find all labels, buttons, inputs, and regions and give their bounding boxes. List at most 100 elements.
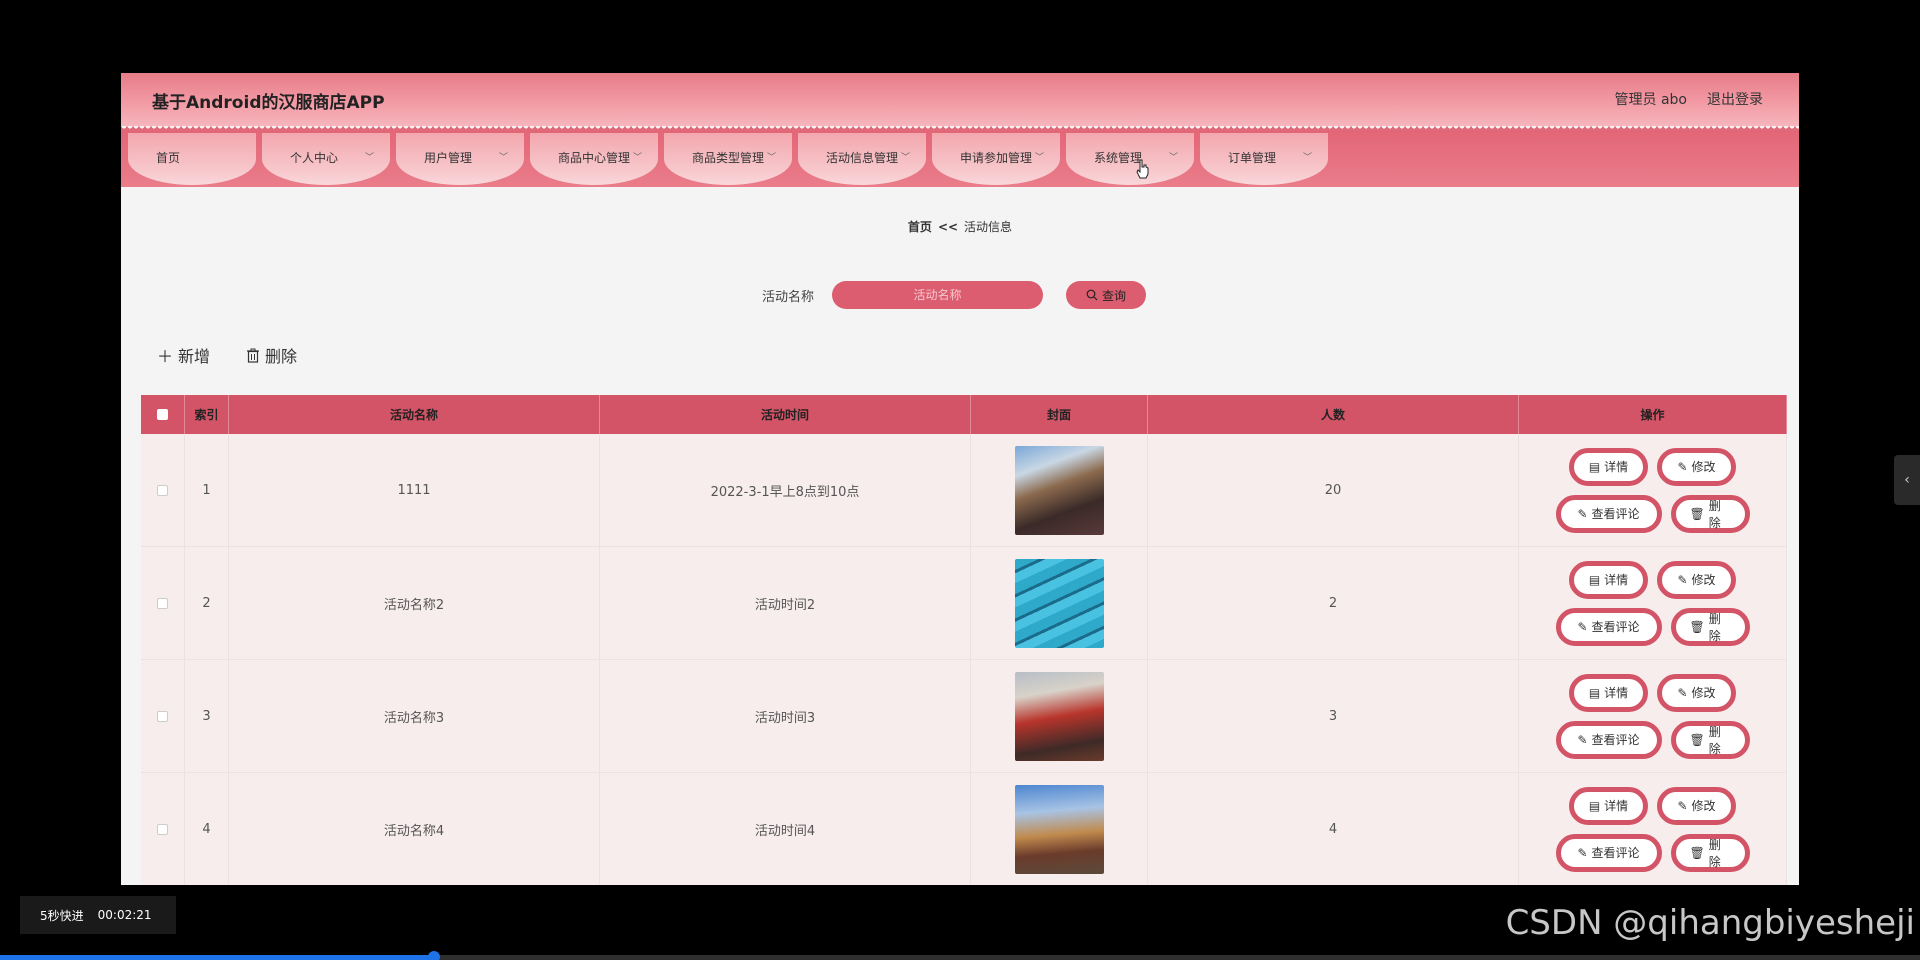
logout-link[interactable]: 退出登录 bbox=[1707, 89, 1763, 109]
delete-label: 删除 bbox=[1708, 837, 1721, 869]
detail-button[interactable]: ▤ 详情 bbox=[1569, 673, 1648, 712]
add-button-label: 新增 bbox=[178, 347, 211, 366]
detail-label: 详情 bbox=[1604, 686, 1629, 700]
chevron-down-icon: ﹀ bbox=[900, 153, 910, 163]
admin-label: 管理员 abo bbox=[1614, 92, 1687, 108]
checkbox[interactable] bbox=[157, 823, 168, 835]
cover-image[interactable] bbox=[1014, 445, 1104, 535]
detail-button[interactable]: ▤ 详情 bbox=[1569, 560, 1648, 599]
delete-button[interactable]: 🗑 删除 bbox=[1670, 494, 1750, 533]
edit-label: 修改 bbox=[1691, 573, 1716, 587]
delete-button[interactable]: 🗑 删除 bbox=[1670, 720, 1750, 759]
nav-item-label: 申请参加管理 bbox=[960, 151, 1033, 165]
view-comments-button[interactable]: ✎ 查看评论 bbox=[1555, 494, 1662, 533]
nav-item-goods-type[interactable]: 商品类型管理 ﹀ bbox=[664, 133, 792, 185]
app-title: 基于Android的汉服商店APP bbox=[152, 93, 385, 113]
checkbox[interactable] bbox=[157, 409, 168, 420]
checkbox[interactable] bbox=[157, 710, 168, 722]
playback-time: 00:02:21 bbox=[97, 908, 152, 922]
cell-name: 1111 bbox=[229, 434, 600, 546]
breadcrumb-separator: << bbox=[937, 220, 959, 234]
search-input[interactable]: 活动名称 bbox=[832, 281, 1044, 309]
video-player-controls: 5秒快进 00:02:21 bbox=[20, 896, 176, 934]
edit-button[interactable]: ✎ 修改 bbox=[1657, 786, 1736, 825]
progress-fill bbox=[0, 955, 434, 960]
edit-button[interactable]: ✎ 修改 bbox=[1657, 447, 1736, 486]
cover-image[interactable] bbox=[1014, 784, 1104, 874]
app-window: 基于Android的汉服商店APP 管理员 abo 退出登录 首页 个人中心 ﹀ … bbox=[121, 73, 1799, 885]
row-select[interactable] bbox=[141, 547, 185, 659]
skip-forward-button[interactable]: 5秒快进 bbox=[40, 907, 84, 924]
chevron-down-icon: ﹀ bbox=[498, 153, 508, 163]
comments-label: 查看评论 bbox=[1591, 507, 1640, 521]
nav-item-label: 商品中心管理 bbox=[558, 151, 631, 165]
header-select-all[interactable] bbox=[141, 395, 185, 434]
column-header: 索引 bbox=[185, 395, 229, 434]
cell-ops: ▤ 详情 ✎ 修改 ✎ 查看评论 🗑 删除 bbox=[1519, 660, 1787, 772]
pencil-icon: ✎ bbox=[1677, 459, 1688, 474]
document-icon: ▤ bbox=[1588, 798, 1601, 813]
hand-cursor-icon bbox=[1136, 159, 1149, 179]
delete-label: 删除 bbox=[1708, 498, 1721, 530]
view-comments-button[interactable]: ✎ 查看评论 bbox=[1555, 833, 1662, 872]
search-button-label: 查询 bbox=[1102, 288, 1127, 303]
breadcrumb-home[interactable]: 首页 bbox=[908, 220, 932, 234]
cell-name: 活动名称2 bbox=[229, 547, 600, 659]
view-comments-button[interactable]: ✎ 查看评论 bbox=[1555, 720, 1662, 759]
comments-label: 查看评论 bbox=[1591, 620, 1640, 634]
chevron-down-icon: ﹀ bbox=[1034, 153, 1044, 163]
edit-label: 修改 bbox=[1691, 686, 1716, 700]
checkbox[interactable] bbox=[157, 484, 168, 496]
cell-count: 2 bbox=[1148, 547, 1519, 659]
chevron-down-icon: ﹀ bbox=[1168, 153, 1178, 163]
edit-button[interactable]: ✎ 修改 bbox=[1657, 673, 1736, 712]
nav-item-users[interactable]: 用户管理 ﹀ bbox=[396, 133, 524, 185]
detail-label: 详情 bbox=[1604, 460, 1629, 474]
add-button[interactable]: ＋新增 bbox=[157, 343, 210, 367]
view-comments-button[interactable]: ✎ 查看评论 bbox=[1555, 607, 1662, 646]
checkbox[interactable] bbox=[157, 597, 168, 609]
edit-label: 修改 bbox=[1691, 460, 1716, 474]
progress-handle[interactable] bbox=[427, 951, 440, 960]
delete-button[interactable]: 🗑 删除 bbox=[1670, 833, 1750, 872]
nav-item-activity[interactable]: 活动信息管理 ﹀ bbox=[798, 133, 926, 185]
delete-button[interactable]: 🗑 删除 bbox=[1670, 607, 1750, 646]
pencil-icon: ✎ bbox=[1577, 506, 1588, 521]
search-button[interactable]: 查询 bbox=[1066, 281, 1147, 309]
pencil-icon: ✎ bbox=[1577, 732, 1588, 747]
watermark-text: CSDN @qihangbiyesheji bbox=[1505, 903, 1915, 943]
cell-time: 2022-3-1早上8点到10点 bbox=[600, 434, 971, 546]
detail-label: 详情 bbox=[1604, 573, 1629, 587]
nav-item-home[interactable]: 首页 bbox=[128, 133, 256, 185]
cell-count: 3 bbox=[1148, 660, 1519, 772]
nav-item-label: 活动信息管理 bbox=[826, 151, 899, 165]
table-row: 1 1111 2022-3-1早上8点到10点 20 ▤ 详情 ✎ 修改 ✎ 查看评论… bbox=[141, 434, 1787, 547]
breadcrumb: 首页 << 活动信息 bbox=[121, 218, 1799, 235]
table-row: 2 活动名称2 活动时间2 2 ▤ 详情 ✎ 修改 ✎ 查看评论 🗑 删除 bbox=[141, 547, 1787, 660]
video-progress-bar[interactable] bbox=[0, 951, 1920, 960]
cover-image[interactable] bbox=[1014, 671, 1104, 761]
nav-item-goods-center[interactable]: 商品中心管理 ﹀ bbox=[530, 133, 658, 185]
column-header: 人数 bbox=[1148, 395, 1519, 434]
nav-item-system[interactable]: 系统管理 ﹀ bbox=[1066, 133, 1194, 185]
cell-ops: ▤ 详情 ✎ 修改 ✎ 查看评论 🗑 删除 bbox=[1519, 434, 1787, 546]
chevron-left-icon: ‹ bbox=[1904, 472, 1910, 488]
detail-button[interactable]: ▤ 详情 bbox=[1569, 447, 1648, 486]
row-select[interactable] bbox=[141, 773, 185, 885]
comments-label: 查看评论 bbox=[1591, 846, 1640, 860]
detail-button[interactable]: ▤ 详情 bbox=[1569, 786, 1648, 825]
nav-item-personal[interactable]: 个人中心 ﹀ bbox=[262, 133, 390, 185]
top-header: 基于Android的汉服商店APP 管理员 abo 退出登录 bbox=[121, 73, 1799, 126]
detail-label: 详情 bbox=[1604, 799, 1629, 813]
row-select[interactable] bbox=[141, 434, 185, 546]
column-header: 操作 bbox=[1519, 395, 1787, 434]
batch-delete-button[interactable]: 删除 bbox=[246, 343, 297, 367]
nav-item-label: 订单管理 bbox=[1228, 151, 1277, 165]
nav-item-orders[interactable]: 订单管理 ﹀ bbox=[1200, 133, 1328, 185]
side-collapse-tab[interactable]: ‹ bbox=[1894, 455, 1920, 505]
edit-button[interactable]: ✎ 修改 bbox=[1657, 560, 1736, 599]
cover-image[interactable] bbox=[1014, 558, 1104, 648]
column-header: 活动名称 bbox=[229, 395, 600, 434]
nav-item-apply[interactable]: 申请参加管理 ﹀ bbox=[932, 133, 1060, 185]
row-select[interactable] bbox=[141, 660, 185, 772]
